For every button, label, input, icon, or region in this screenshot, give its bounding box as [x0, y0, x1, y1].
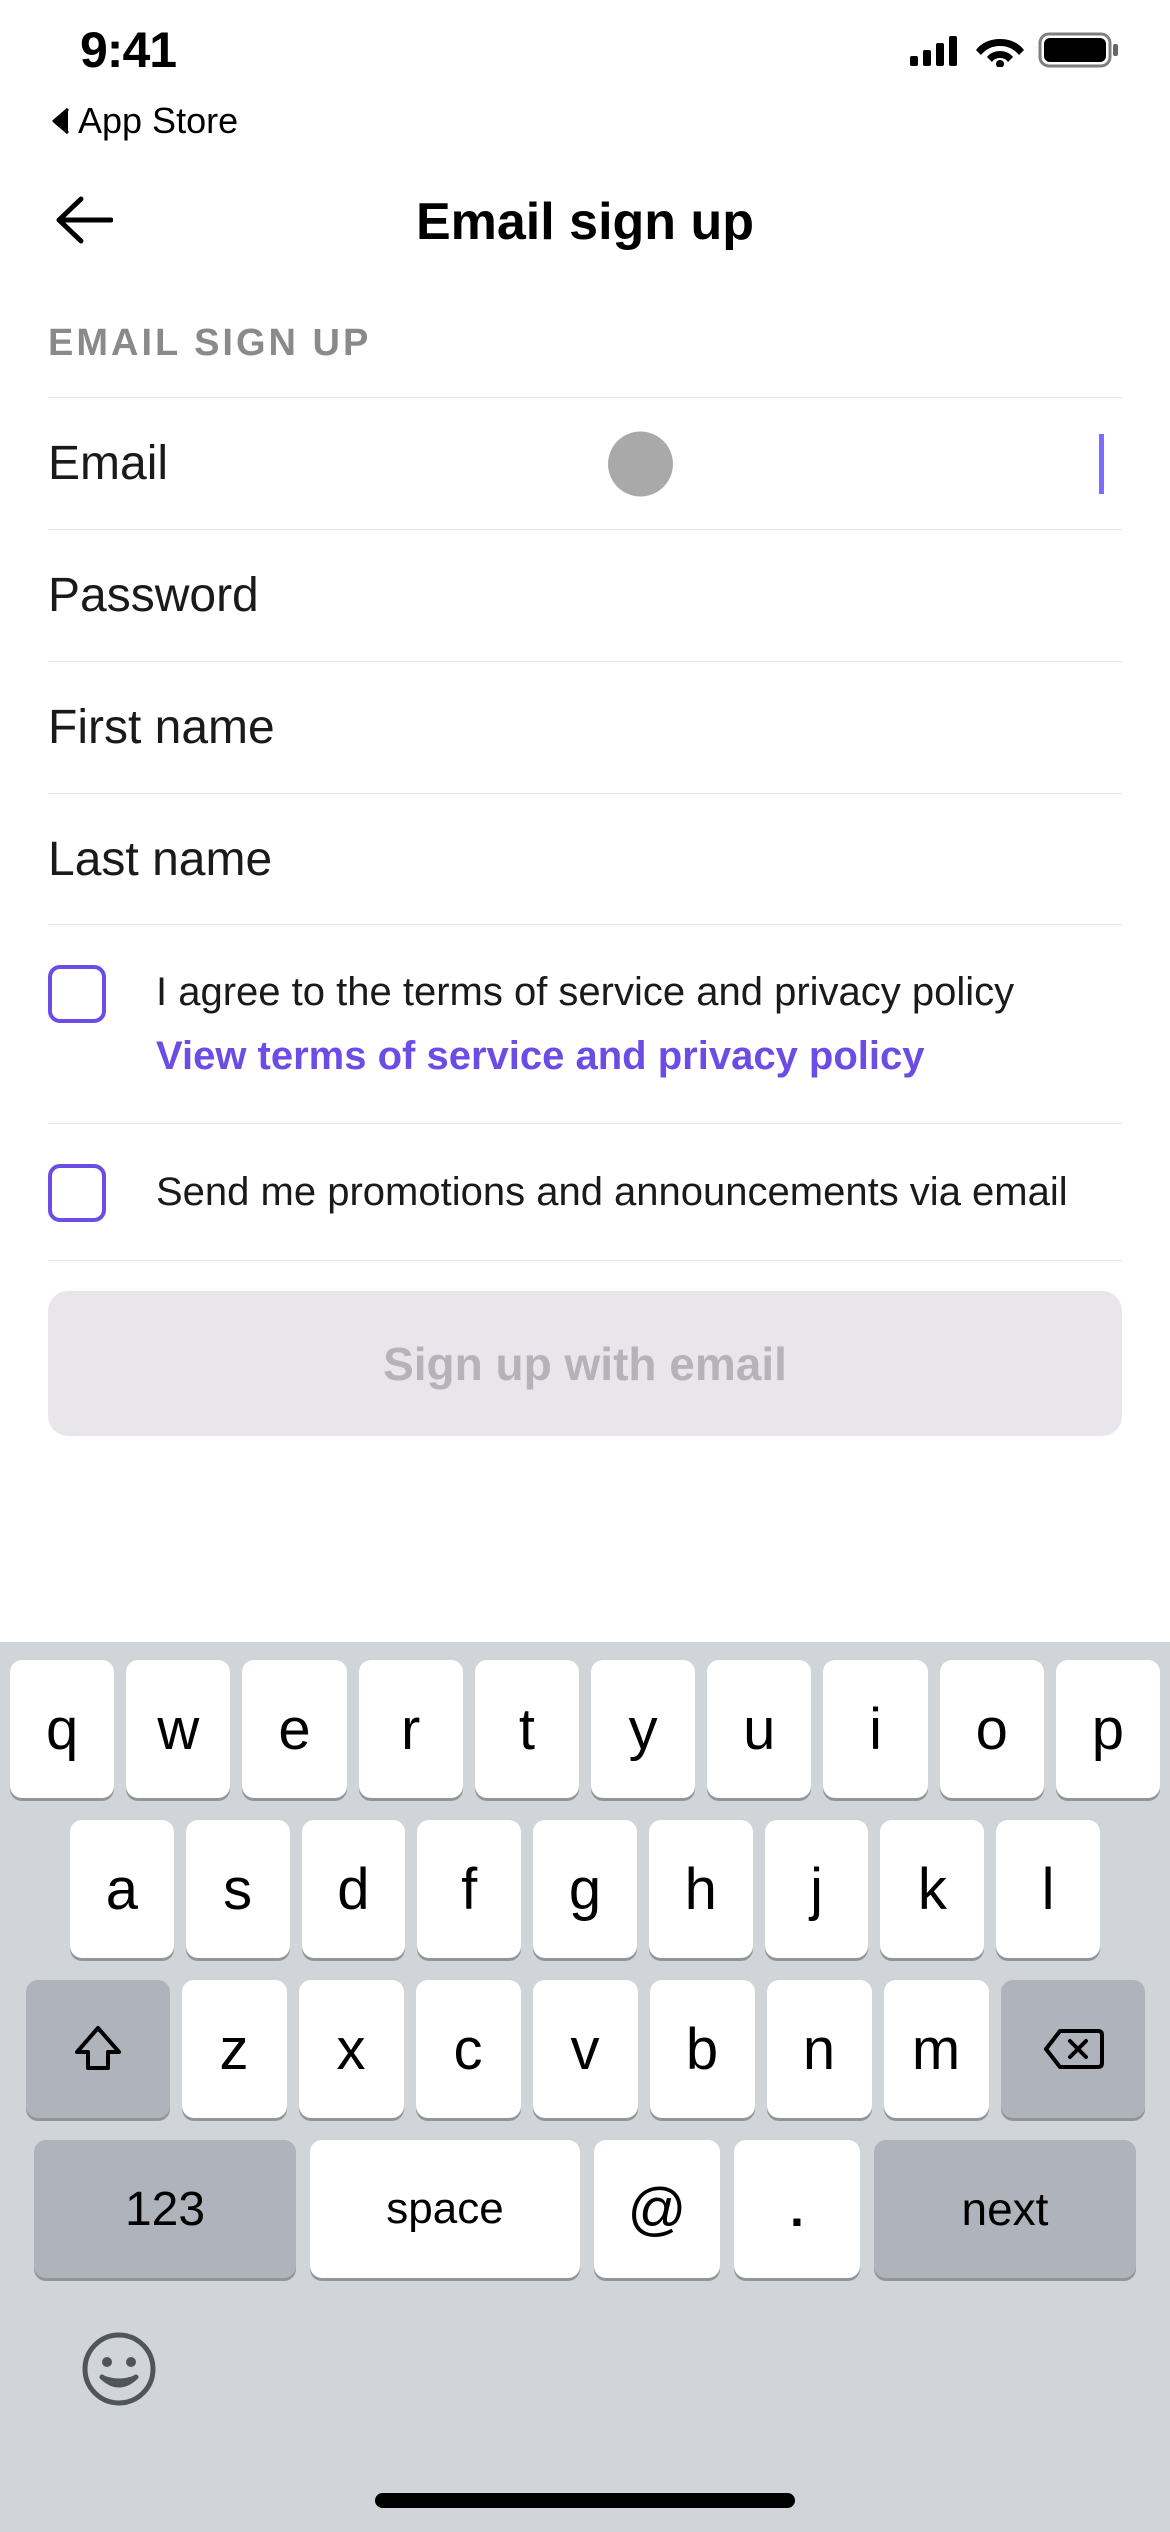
key-at[interactable]: @ [594, 2140, 720, 2278]
key-shift[interactable] [26, 1980, 170, 2118]
first-name-label: First name [48, 700, 275, 755]
key-m[interactable]: m [884, 1980, 989, 2118]
key-v[interactable]: v [533, 1980, 638, 2118]
tos-link[interactable]: View terms of service and privacy policy [156, 1027, 1014, 1085]
last-name-label: Last name [48, 832, 272, 887]
password-field[interactable]: Password [48, 529, 1122, 661]
promo-row: Send me promotions and announcements via… [48, 1123, 1122, 1261]
key-b[interactable]: b [650, 1980, 755, 2118]
key-l[interactable]: l [996, 1820, 1100, 1958]
key-x[interactable]: x [299, 1980, 404, 2118]
key-z[interactable]: z [182, 1980, 287, 2118]
password-label: Password [48, 568, 259, 623]
key-e[interactable]: e [242, 1660, 346, 1798]
signup-button[interactable]: Sign up with email [48, 1291, 1122, 1436]
key-w[interactable]: w [126, 1660, 230, 1798]
promo-text-block: Send me promotions and announcements via… [156, 1163, 1068, 1221]
key-dot[interactable]: . [734, 2140, 860, 2278]
arrow-left-icon [53, 195, 113, 250]
emoji-icon[interactable] [80, 2330, 158, 2424]
checkbox-section: I agree to the terms of service and priv… [48, 925, 1122, 1261]
last-name-field[interactable]: Last name [48, 793, 1122, 925]
keyboard-row-3: z x c v b n m [10, 1980, 1160, 2118]
key-d[interactable]: d [302, 1820, 406, 1958]
key-next[interactable]: next [874, 2140, 1136, 2278]
keyboard-row-2: a s d f g h j k l [10, 1820, 1160, 1958]
key-123[interactable]: 123 [34, 2140, 296, 2278]
key-y[interactable]: y [591, 1660, 695, 1798]
email-label: Email [48, 436, 168, 491]
key-f[interactable]: f [417, 1820, 521, 1958]
key-c[interactable]: c [416, 1980, 521, 2118]
keyboard-row-1: q w e r t y u i o p [10, 1660, 1160, 1798]
back-button[interactable] [48, 187, 118, 257]
keyboard-bottom [10, 2300, 1160, 2424]
tos-text-block: I agree to the terms of service and priv… [156, 963, 1014, 1085]
section-label: EMAIL SIGN UP [48, 322, 1122, 365]
key-j[interactable]: j [765, 1820, 869, 1958]
email-field[interactable]: Email [48, 397, 1122, 529]
key-p[interactable]: p [1056, 1660, 1160, 1798]
key-s[interactable]: s [186, 1820, 290, 1958]
key-k[interactable]: k [880, 1820, 984, 1958]
home-indicator[interactable] [375, 2493, 795, 2508]
key-space[interactable]: space [310, 2140, 580, 2278]
key-o[interactable]: o [940, 1660, 1044, 1798]
backspace-icon [1042, 2027, 1104, 2071]
breadcrumb-label: App Store [78, 100, 238, 142]
form-content: EMAIL SIGN UP Email Password First name … [0, 282, 1170, 1436]
cellular-signal-icon [910, 34, 962, 66]
status-icons [910, 31, 1120, 69]
first-name-field[interactable]: First name [48, 661, 1122, 793]
shift-icon [71, 2024, 125, 2074]
page-title: Email sign up [416, 192, 754, 252]
key-r[interactable]: r [359, 1660, 463, 1798]
status-time: 9:41 [80, 21, 176, 79]
breadcrumb-back-icon [50, 107, 72, 135]
key-i[interactable]: i [823, 1660, 927, 1798]
tos-text: I agree to the terms of service and priv… [156, 970, 1014, 1014]
status-bar: 9:41 [0, 0, 1170, 100]
wifi-icon [976, 33, 1024, 67]
keyboard-row-4: 123 space @ . next [10, 2140, 1160, 2278]
key-a[interactable]: a [70, 1820, 174, 1958]
keyboard: q w e r t y u i o p a s d f g h j k l z … [0, 1642, 1170, 2532]
nav-header: Email sign up [0, 162, 1170, 282]
key-g[interactable]: g [533, 1820, 637, 1958]
tos-checkbox[interactable] [48, 965, 106, 1023]
breadcrumb[interactable]: App Store [0, 100, 1170, 162]
key-q[interactable]: q [10, 1660, 114, 1798]
touch-indicator [608, 431, 673, 496]
signup-button-label: Sign up with email [383, 1337, 787, 1391]
text-cursor [1099, 434, 1104, 494]
battery-icon [1038, 31, 1120, 69]
key-h[interactable]: h [649, 1820, 753, 1958]
key-n[interactable]: n [767, 1980, 872, 2118]
tos-row: I agree to the terms of service and priv… [48, 925, 1122, 1123]
key-u[interactable]: u [707, 1660, 811, 1798]
key-t[interactable]: t [475, 1660, 579, 1798]
promo-text: Send me promotions and announcements via… [156, 1170, 1068, 1214]
key-delete[interactable] [1001, 1980, 1145, 2118]
promo-checkbox[interactable] [48, 1164, 106, 1222]
